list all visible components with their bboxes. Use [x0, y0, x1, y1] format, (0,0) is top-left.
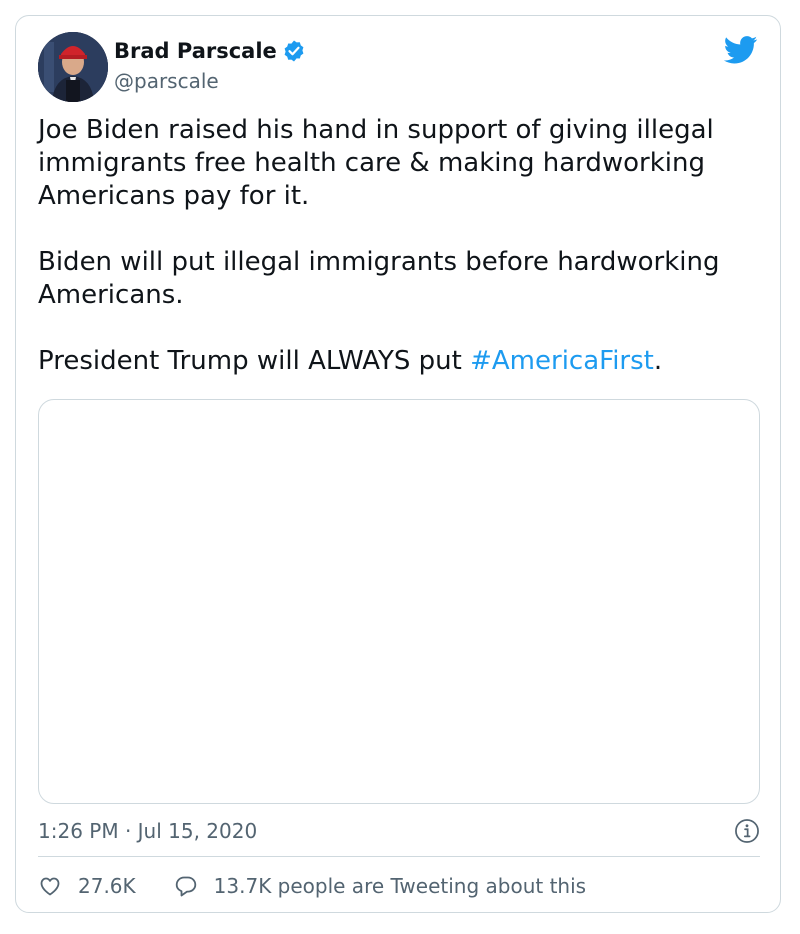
tweet-text-fragment: .	[653, 346, 663, 376]
tweet-card: Brad Parscale @parscale Joe Biden raised…	[15, 15, 781, 913]
tweeting-about-text: 13.7K people are Tweeting about this	[213, 874, 587, 898]
tweet-actions: 27.6K 13.7K people are Tweeting about th…	[38, 873, 586, 899]
avatar[interactable]	[38, 32, 108, 102]
like-button[interactable]: 27.6K	[38, 874, 136, 898]
author-handle[interactable]: @parscale	[114, 69, 219, 93]
speech-bubble-icon	[175, 876, 196, 897]
verified-badge-icon	[284, 40, 304, 62]
heart-icon	[40, 877, 60, 896]
tweet-paragraph: Biden will put illegal immigrants before…	[38, 247, 720, 310]
info-icon[interactable]	[734, 818, 760, 844]
media-container[interactable]	[38, 399, 760, 804]
tweet-text: Joe Biden raised his hand in support of …	[38, 114, 758, 378]
author-name[interactable]: Brad Parscale	[114, 38, 277, 64]
divider	[38, 856, 760, 857]
twitter-bird-icon[interactable]	[724, 36, 758, 64]
tweet-text-fragment: President Trump will ALWAYS put	[38, 346, 471, 376]
author-name-row[interactable]: Brad Parscale	[114, 38, 306, 64]
like-count: 27.6K	[78, 874, 136, 898]
tweet-paragraph-last: President Trump will ALWAYS put #America…	[38, 345, 758, 378]
reply-button[interactable]: 13.7K people are Tweeting about this	[174, 874, 586, 898]
tweet-timestamp[interactable]: 1:26 PM · Jul 15, 2020	[38, 819, 257, 843]
hashtag-link[interactable]: #AmericaFirst	[470, 346, 654, 376]
avatar-photo	[38, 32, 108, 102]
tweet-paragraph: Joe Biden raised his hand in support of …	[38, 115, 714, 211]
